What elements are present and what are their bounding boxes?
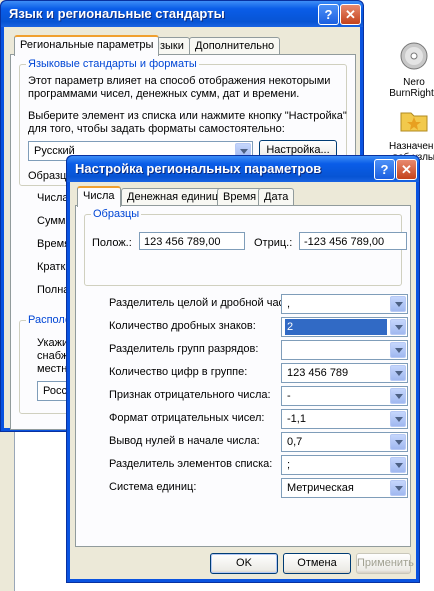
negative-sample-field: -123 456 789,00 xyxy=(299,232,407,250)
tab-advanced[interactable]: Дополнительно xyxy=(189,37,281,55)
setting-value: , xyxy=(287,298,291,310)
chevron-down-icon[interactable] xyxy=(390,342,406,358)
group-separator-select[interactable] xyxy=(281,340,408,360)
setting-value: 2 xyxy=(285,319,387,335)
setting-label: Разделитель групп разрядов: xyxy=(109,343,259,355)
chevron-down-icon[interactable] xyxy=(390,434,406,450)
desktop-icon-nero[interactable]: Nero BurnRights xyxy=(384,40,434,99)
measurement-system-select[interactable]: Метрическая xyxy=(281,478,408,498)
setting-value xyxy=(285,342,387,358)
group-title: Языковые стандарты и форматы xyxy=(26,58,199,70)
setting-value: ; xyxy=(287,459,291,471)
customize-regional-options-dialog: Настройка региональных параметров ? ✕ Чи… xyxy=(66,155,420,583)
setting-label: Вывод нулей в начале числа: xyxy=(109,435,260,447)
ok-button[interactable]: OK xyxy=(210,553,278,574)
tab-regional-options[interactable]: Региональные параметры xyxy=(14,35,160,56)
setting-value: 123 456 789 xyxy=(287,367,349,379)
description-text: Этот параметр влияет на способ отображен… xyxy=(28,75,331,87)
chevron-down-icon[interactable] xyxy=(390,319,406,335)
help-button[interactable]: ? xyxy=(374,159,395,180)
setting-value: - xyxy=(287,390,291,402)
close-button[interactable]: ✕ xyxy=(396,159,417,180)
setting-value: Метрическая xyxy=(287,482,354,494)
setting-label: Формат отрицательных чисел: xyxy=(109,412,265,424)
tab-date[interactable]: Дата xyxy=(258,188,295,206)
cancel-button[interactable]: Отмена xyxy=(283,553,351,574)
instruction-text: для того, чтобы задать форматы самостоят… xyxy=(28,123,285,135)
setting-label: Количество цифр в группе: xyxy=(109,366,248,378)
negative-sign-select[interactable]: - xyxy=(281,386,408,406)
desktop-icon-label: Nero BurnRights xyxy=(389,77,434,99)
nero-disc-icon xyxy=(400,42,428,70)
dialog-body: Числа Денежная единица Время Дата Образц… xyxy=(70,182,416,579)
digit-grouping-select[interactable]: 123 456 789 xyxy=(281,363,408,383)
folder-star-icon xyxy=(400,112,428,132)
list-separator-select[interactable]: ; xyxy=(281,455,408,475)
description-text: программами чисел, денежных сумм, дат и … xyxy=(28,88,300,100)
chevron-down-icon[interactable] xyxy=(390,480,406,496)
tab-currency[interactable]: Денежная единица xyxy=(121,188,231,206)
tab-numbers[interactable]: Числа xyxy=(77,186,121,207)
negative-format-select[interactable]: -1,1 xyxy=(281,409,408,429)
setting-label: Система единиц: xyxy=(109,481,197,493)
positive-label: Полож.: xyxy=(92,237,132,249)
instruction-text: Выберите элемент из списка или нажмите к… xyxy=(28,110,347,122)
dialog-title: Настройка региональных параметров xyxy=(75,161,322,176)
negative-label: Отриц.: xyxy=(254,237,293,249)
samples-label: Образц xyxy=(28,170,67,182)
numbers-tab-panel: Образцы Полож.: 123 456 789,00 Отриц.: -… xyxy=(75,205,411,547)
help-button[interactable]: ? xyxy=(318,4,339,25)
chevron-down-icon[interactable] xyxy=(390,457,406,473)
chevron-down-icon[interactable] xyxy=(390,388,406,404)
tab-time[interactable]: Время xyxy=(217,188,263,206)
setting-label: Разделитель элементов списка: xyxy=(109,458,273,470)
close-button[interactable]: ✕ xyxy=(340,4,361,25)
samples-group: Образцы xyxy=(84,208,402,286)
chevron-down-icon[interactable] xyxy=(390,411,406,427)
positive-sample-field: 123 456 789,00 xyxy=(139,232,245,250)
setting-label: Количество дробных знаков: xyxy=(109,320,256,332)
chevron-down-icon[interactable] xyxy=(390,365,406,381)
setting-label: Разделитель целой и дробной части: xyxy=(109,297,299,309)
setting-label: Признак отрицательного числа: xyxy=(109,389,271,401)
decimal-digits-select[interactable]: 2 xyxy=(281,317,408,337)
apply-button[interactable]: Применить xyxy=(356,553,414,574)
window-title: Язык и региональные стандарты xyxy=(9,6,225,21)
setting-value: 0,7 xyxy=(287,436,303,448)
chevron-down-icon[interactable] xyxy=(390,296,406,312)
window-titlebar[interactable]: Язык и региональные стандарты ? ✕ xyxy=(1,1,363,27)
setting-value: -1,1 xyxy=(287,413,306,425)
decimal-separator-select[interactable]: , xyxy=(281,294,408,314)
group-title: Образцы xyxy=(91,208,142,220)
dialog-titlebar[interactable]: Настройка региональных параметров ? ✕ xyxy=(67,156,419,182)
leading-zeros-select[interactable]: 0,7 xyxy=(281,432,408,452)
